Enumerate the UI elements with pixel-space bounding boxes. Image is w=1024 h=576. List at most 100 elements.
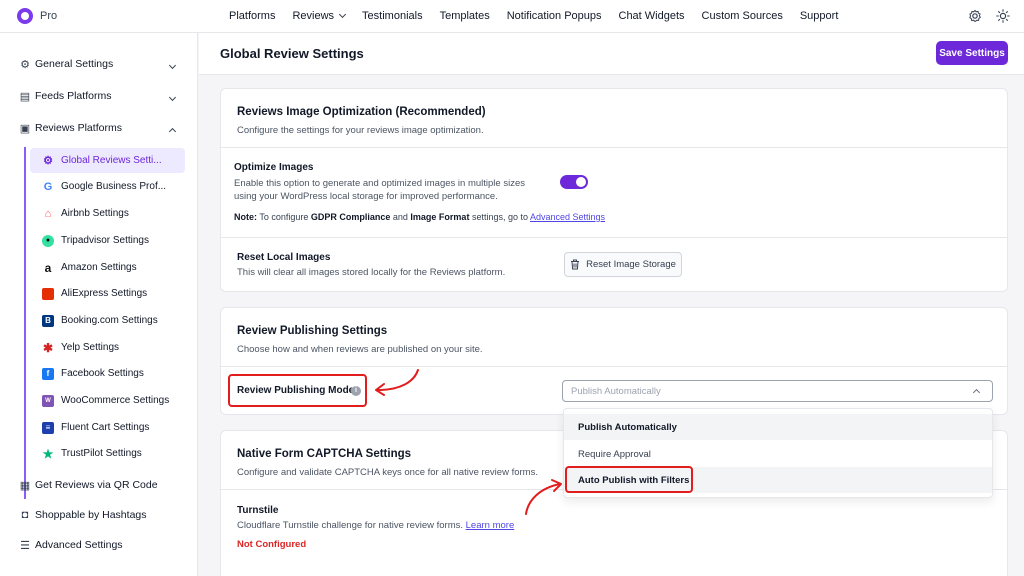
gear-icon: ⚙	[43, 155, 53, 167]
sidebar-item-facebook[interactable]: f Facebook Settings	[30, 361, 185, 386]
turnstile-status: Not Configured	[237, 539, 307, 550]
sidebar-advanced-settings[interactable]: ☰ Advanced Settings	[19, 539, 123, 552]
option-publish-automatically[interactable]: Publish Automatically	[564, 414, 992, 440]
annotation-box-auto-filters	[565, 466, 693, 493]
card-title: Native Form CAPTCHA Settings	[237, 448, 412, 460]
chevron-down-icon[interactable]	[168, 93, 177, 102]
sidebar-item-label: Facebook Settings	[61, 368, 144, 379]
card-description: Configure the settings for your reviews …	[237, 125, 484, 136]
annotation-box-mode-label	[228, 374, 367, 407]
sidebar-feeds-platforms[interactable]: ▤ Feeds Platforms	[19, 90, 112, 103]
grid-icon: ▤	[19, 90, 31, 103]
optimize-images-desc-2: using your WordPress local storage for i…	[234, 191, 498, 202]
sidebar-item-aliexpress[interactable]: AliExpress Settings	[30, 281, 185, 306]
sidebar-item-google[interactable]: G Google Business Prof...	[30, 174, 185, 199]
nav-custom-sources[interactable]: Custom Sources	[702, 10, 783, 22]
yelp-icon: ✱	[42, 340, 54, 355]
top-bar: Pro Platforms Reviews Testimonials Templ…	[0, 0, 1024, 33]
trustpilot-icon: ★	[42, 446, 54, 461]
turnstile-desc-text: Cloudflare Turnstile challenge for nativ…	[237, 520, 463, 531]
sidebar-item-label: Advanced Settings	[35, 539, 123, 551]
annotation-arrow-icon	[375, 369, 419, 396]
card-title: Reviews Image Optimization (Recommended)	[237, 106, 486, 118]
sidebar-item-label: Tripadvisor Settings	[61, 235, 149, 246]
advanced-settings-link[interactable]: Advanced Settings	[530, 212, 605, 222]
note-text: and	[390, 212, 411, 222]
card-description: Choose how and when reviews are publishe…	[237, 344, 483, 355]
sun-icon[interactable]	[996, 9, 1010, 23]
sidebar-item-label: AliExpress Settings	[61, 288, 148, 299]
sidebar-item-label: TrustPilot Settings	[61, 448, 142, 459]
sidebar-general-settings[interactable]: ⚙ General Settings	[19, 58, 114, 71]
nav-notification-popups[interactable]: Notification Popups	[507, 10, 602, 22]
nav-support[interactable]: Support	[800, 10, 839, 22]
learn-more-link[interactable]: Learn more	[466, 520, 515, 531]
note-gdpr: GDPR Compliance	[310, 212, 391, 222]
booking-icon: B	[42, 314, 54, 327]
reviews-icon: ▣	[19, 122, 31, 135]
sidebar-item-label: Feeds Platforms	[35, 90, 112, 102]
optimize-images-toggle[interactable]	[560, 175, 588, 189]
turnstile-title: Turnstile	[237, 505, 279, 516]
publishing-mode-select[interactable]: Publish Automatically	[562, 380, 993, 402]
optimize-images-desc-1: Enable this option to generate and optim…	[234, 178, 525, 189]
sidebar-item-yelp[interactable]: ✱ Yelp Settings	[30, 335, 185, 360]
amazon-icon: a	[44, 260, 52, 275]
sidebar-item-label: Get Reviews via QR Code	[35, 479, 158, 491]
sidebar-item-global-reviews[interactable]: ⚙ Global Reviews Setti...	[30, 148, 185, 173]
logo-icon[interactable]	[17, 8, 33, 24]
sidebar: ⚙ General Settings ▤ Feeds Platforms ▣ R…	[0, 33, 198, 576]
sidebar-item-woocommerce[interactable]: W WooCommerce Settings	[30, 388, 185, 413]
sidebar-item-airbnb[interactable]: ⌂ Airbnb Settings	[30, 201, 185, 226]
bag-icon: ◘	[21, 509, 29, 521]
gdpr-note: Note: To configure GDPR Compliance and I…	[234, 212, 605, 222]
woocommerce-icon: W	[42, 394, 54, 407]
note-text: settings, go to	[469, 212, 530, 222]
sidebar-reviews-platforms[interactable]: ▣ Reviews Platforms	[19, 122, 122, 135]
page-title: Global Review Settings	[220, 46, 364, 61]
divider	[221, 366, 1007, 367]
sidebar-item-amazon[interactable]: a Amazon Settings	[30, 255, 185, 280]
chevron-down-icon[interactable]	[168, 61, 177, 70]
gear-icon: ⚙	[20, 58, 30, 71]
nav-testimonials[interactable]: Testimonials	[362, 10, 423, 22]
turnstile-desc: Cloudflare Turnstile challenge for nativ…	[237, 519, 514, 533]
sidebar-item-label: Booking.com Settings	[61, 315, 158, 326]
option-require-approval[interactable]: Require Approval	[564, 441, 992, 467]
sidebar-item-fluentcart[interactable]: ≡ Fluent Cart Settings	[30, 415, 185, 440]
divider	[221, 147, 1007, 148]
reset-local-images-title: Reset Local Images	[237, 252, 331, 263]
google-icon: G	[43, 180, 53, 193]
card-title: Review Publishing Settings	[237, 325, 388, 337]
reset-image-storage-button[interactable]: Reset Image Storage	[564, 252, 682, 277]
sidebar-item-label: Amazon Settings	[61, 262, 137, 273]
qr-icon: ▦	[19, 479, 31, 492]
chevron-down-icon	[339, 10, 347, 19]
sidebar-qr-code[interactable]: ▦ Get Reviews via QR Code	[19, 479, 158, 492]
airbnb-icon: ⌂	[44, 207, 52, 220]
reset-local-images-desc: This will clear all images stored locall…	[237, 267, 506, 278]
facebook-icon: f	[42, 367, 54, 380]
nav-reviews[interactable]: Reviews	[292, 10, 347, 22]
sidebar-item-label: General Settings	[35, 58, 114, 70]
nav-platforms[interactable]: Platforms	[229, 10, 275, 22]
card-description: Configure and validate CAPTCHA keys once…	[237, 467, 538, 478]
sidebar-item-label: Shoppable by Hashtags	[35, 509, 147, 521]
nav-chat-widgets[interactable]: Chat Widgets	[619, 10, 685, 22]
nav-templates[interactable]: Templates	[440, 10, 490, 22]
sidebar-item-label: Google Business Prof...	[61, 181, 167, 192]
sidebar-item-tripadvisor[interactable]: ● Tripadvisor Settings	[30, 228, 185, 253]
sidebar-shoppable[interactable]: ◘ Shoppable by Hashtags	[19, 509, 147, 521]
sidebar-item-trustpilot[interactable]: ★ TrustPilot Settings	[30, 441, 185, 466]
trash-icon	[571, 259, 580, 270]
sliders-icon: ☰	[20, 539, 30, 552]
sidebar-item-label: WooCommerce Settings	[61, 395, 170, 406]
save-settings-button[interactable]: Save Settings	[936, 41, 1008, 65]
tripadvisor-icon: ●	[42, 234, 54, 247]
chevron-up-icon[interactable]	[168, 127, 177, 136]
gear-icon[interactable]	[968, 9, 982, 23]
sidebar-item-label: Airbnb Settings	[61, 208, 129, 219]
sidebar-item-label: Global Reviews Setti...	[61, 155, 162, 166]
sidebar-item-booking[interactable]: B Booking.com Settings	[30, 308, 185, 333]
optimize-images-title: Optimize Images	[234, 162, 314, 173]
